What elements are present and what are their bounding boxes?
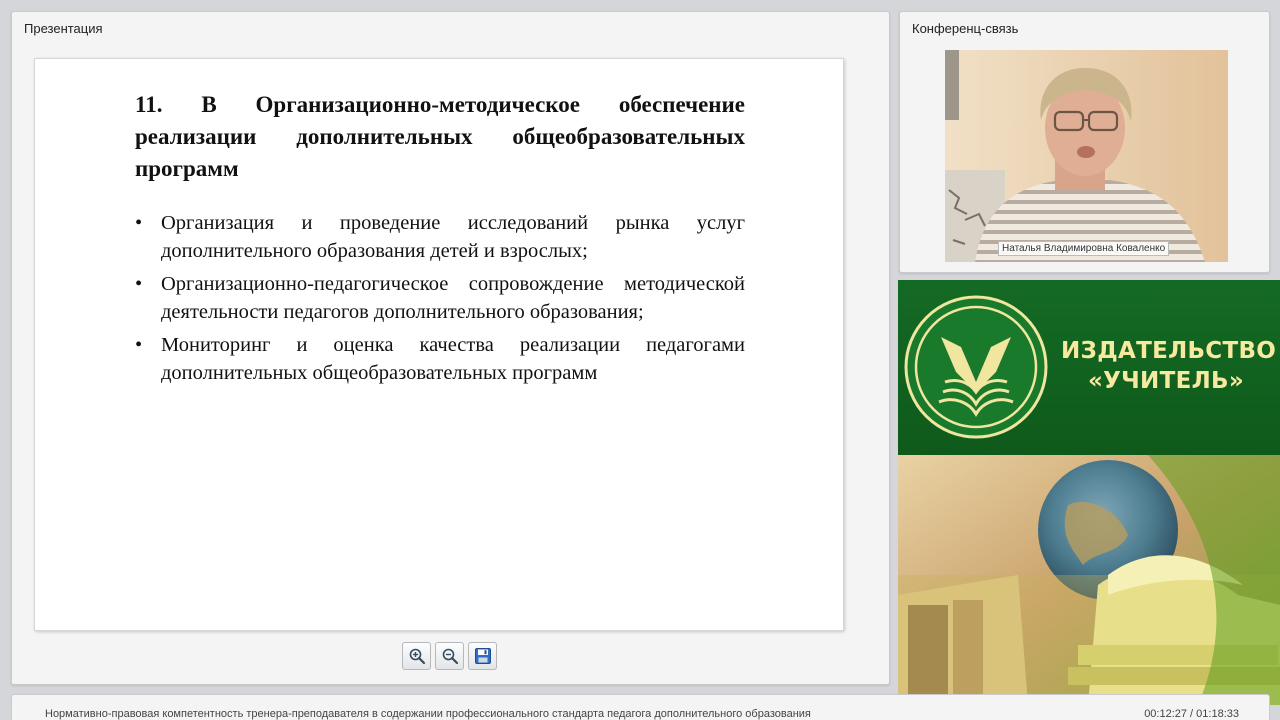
speaker-video: Наталья Владимировна Коваленко: [945, 50, 1228, 262]
speaker-video-frame: [945, 50, 1228, 262]
conference-panel: Конференц-связь Наталья Владимировна Ков…: [899, 11, 1270, 273]
zoom-in-icon: [409, 648, 425, 665]
presentation-panel-title: Презентация: [24, 21, 103, 36]
speaker-name-label: Наталья Владимировна Коваленко: [998, 241, 1170, 256]
save-button[interactable]: [468, 642, 497, 670]
conference-panel-title: Конференц-связь: [912, 21, 1019, 36]
footer-bar: Нормативно-правовая компетентность трене…: [11, 694, 1270, 720]
slide-bullet: Мониторинг и оценка качества реализации …: [135, 331, 745, 387]
publisher-name-line1: ИЗДАТЕЛЬСТВО: [1061, 338, 1277, 364]
ad-banner: ИЗДАТЕЛЬСТВО «УЧИТЕЛЬ»: [898, 280, 1280, 455]
slide: 11. В Организационно-методическое обеспе…: [34, 58, 844, 631]
zoom-out-icon: [442, 648, 458, 665]
publisher-ad: ИЗДАТЕЛЬСТВО «УЧИТЕЛЬ»: [898, 280, 1280, 705]
playback-time: 00:12:27 / 01:18:33: [1144, 708, 1239, 720]
slide-toolbar: [402, 642, 497, 670]
zoom-in-button[interactable]: [402, 642, 431, 670]
publisher-logo-icon: [904, 295, 1048, 439]
publisher-name: ИЗДАТЕЛЬСТВО «УЧИТЕЛЬ»: [1061, 336, 1277, 396]
floppy-save-icon: [474, 648, 491, 664]
books-globe-photo: [898, 455, 1280, 705]
slide-bullet: Организационно-педагогическое сопровожде…: [135, 270, 745, 326]
presentation-panel: Презентация 11. В Организационно-методич…: [11, 11, 890, 685]
zoom-out-button[interactable]: [435, 642, 464, 670]
lecture-title: Нормативно-правовая компетентность трене…: [45, 708, 811, 720]
publisher-name-line2: «УЧИТЕЛЬ»: [1087, 368, 1245, 394]
slide-bullet-list: Организация и проведение исследований ры…: [135, 209, 745, 392]
slide-bullet: Организация и проведение исследований ры…: [135, 209, 745, 265]
slide-heading: 11. В Организационно-методическое обеспе…: [135, 92, 745, 181]
